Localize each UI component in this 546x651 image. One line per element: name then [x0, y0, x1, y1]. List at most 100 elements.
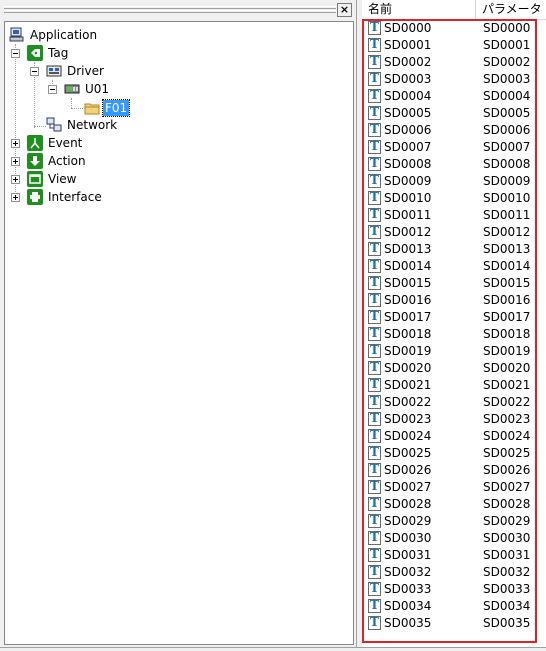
text-tag-icon [368, 258, 381, 273]
row-name: SD0030 [384, 531, 432, 545]
tree-node-u01[interactable]: U01 [64, 80, 111, 98]
list-row[interactable]: SD0016 SD0016 [362, 292, 546, 309]
row-parameter: SD0009 [483, 174, 531, 188]
row-parameter: SD0008 [483, 157, 531, 171]
tag-list[interactable]: SD0000SD0000SD0001SD0001SD0002SD0002SD00… [362, 20, 546, 648]
tree-node-label: Action [48, 154, 86, 168]
list-row[interactable]: SD0003 SD0003 [362, 71, 546, 88]
list-row[interactable]: SD0025 SD0025 [362, 445, 546, 462]
row-name: SD0004 [384, 89, 432, 103]
row-parameter: SD0032 [483, 565, 531, 579]
expand-icon[interactable] [11, 139, 20, 148]
column-header-parameter[interactable]: パラメータ [476, 0, 546, 19]
list-row[interactable]: SD0022 SD0022 [362, 394, 546, 411]
row-parameter: SD0017 [483, 310, 531, 324]
list-row[interactable]: SD0019 SD0019 [362, 343, 546, 360]
list-row[interactable]: SD0007 SD0007 [362, 139, 546, 156]
tree-node-label: Event [48, 136, 83, 150]
folder-icon [84, 100, 100, 116]
tree-node-view[interactable]: View [27, 170, 78, 188]
tree-connector [71, 98, 73, 108]
list-row[interactable]: SD0006 SD0006 [362, 122, 546, 139]
expand-icon[interactable] [11, 157, 20, 166]
row-name: SD0016 [384, 293, 432, 307]
text-tag-icon [368, 598, 381, 613]
text-tag-icon [368, 105, 381, 120]
collapse-icon[interactable] [11, 49, 20, 58]
list-row[interactable]: SD0033 SD0033 [362, 581, 546, 598]
row-name: SD0028 [384, 497, 432, 511]
list-row[interactable]: SD0023 SD0023 [362, 411, 546, 428]
row-parameter: SD0019 [483, 344, 531, 358]
grip-line [4, 6, 336, 9]
tree-node-label: Network [67, 118, 118, 132]
close-pane-button[interactable]: × [337, 3, 352, 17]
list-row[interactable]: SD0010 SD0010 [362, 190, 546, 207]
list-row[interactable]: SD0009 SD0009 [362, 173, 546, 190]
list-row[interactable]: SD0013 SD0013 [362, 241, 546, 258]
list-row[interactable]: SD0008 SD0008 [362, 156, 546, 173]
list-row[interactable]: SD0028 SD0028 [362, 496, 546, 513]
list-row[interactable]: SD0020 SD0020 [362, 360, 546, 377]
expand-icon[interactable] [11, 175, 20, 184]
text-tag-icon [368, 139, 381, 154]
tree-node-driver[interactable]: Driver [46, 62, 106, 80]
row-name: SD0019 [384, 344, 432, 358]
expand-icon[interactable] [11, 193, 20, 202]
list-row[interactable]: SD0030 SD0030 [362, 530, 546, 547]
row-parameter: SD0014 [483, 259, 531, 273]
text-tag-icon [368, 292, 381, 307]
row-parameter: SD0027 [483, 480, 531, 494]
collapse-icon[interactable] [48, 85, 57, 94]
column-header-name[interactable]: 名前 [362, 0, 476, 19]
list-row[interactable]: SD0034 SD0034 [362, 598, 546, 615]
list-row[interactable]: SD0014 SD0014 [362, 258, 546, 275]
row-parameter: SD0002 [483, 55, 531, 69]
list-row[interactable]: SD0001 SD0001 [362, 37, 546, 54]
list-row[interactable]: SD0002 SD0002 [362, 54, 546, 71]
row-parameter: SD0012 [483, 225, 531, 239]
list-row[interactable]: SD0015 SD0015 [362, 275, 546, 292]
project-tree[interactable]: Application Tag Driver U01 F01 Network E… [4, 21, 354, 645]
list-row[interactable]: SD0027 SD0027 [362, 479, 546, 496]
tree-node-action[interactable]: Action [27, 152, 88, 170]
text-tag-icon [368, 428, 381, 443]
row-parameter: SD0020 [483, 361, 531, 375]
tree-node-f01[interactable]: F01 [84, 99, 131, 117]
list-row[interactable]: SD0018 SD0018 [362, 326, 546, 343]
list-row[interactable]: SD0012 SD0012 [362, 224, 546, 241]
list-row[interactable]: SD0011 SD0011 [362, 207, 546, 224]
text-tag-icon [368, 275, 381, 290]
text-tag-icon [368, 37, 381, 52]
row-parameter: SD0028 [483, 497, 531, 511]
collapse-icon[interactable] [30, 67, 39, 76]
row-name: SD0007 [384, 140, 432, 154]
list-row[interactable]: SD0031 SD0031 [362, 547, 546, 564]
list-row[interactable]: SD0029 SD0029 [362, 513, 546, 530]
row-parameter: SD0023 [483, 412, 531, 426]
computer-icon [9, 27, 25, 43]
list-row[interactable]: SD0005 SD0005 [362, 105, 546, 122]
text-tag-icon [368, 496, 381, 511]
list-row[interactable]: SD0021 SD0021 [362, 377, 546, 394]
row-name: SD0005 [384, 106, 432, 120]
list-row[interactable]: SD0035 SD0035 [362, 615, 546, 632]
tree-node-network[interactable]: Network [46, 116, 119, 134]
tree-node-tag[interactable]: Tag [27, 44, 70, 62]
row-name: SD0018 [384, 327, 432, 341]
pane-title-bar[interactable]: × [2, 3, 354, 17]
driver-icon [46, 63, 62, 79]
list-row[interactable]: SD0017 SD0017 [362, 309, 546, 326]
list-row[interactable]: SD0026 SD0026 [362, 462, 546, 479]
row-parameter: SD0030 [483, 531, 531, 545]
row-parameter: SD0013 [483, 242, 531, 256]
tree-node-application[interactable]: Application [9, 26, 99, 44]
text-tag-icon [368, 326, 381, 341]
list-row[interactable]: SD0004 SD0004 [362, 88, 546, 105]
tree-node-event[interactable]: Event [27, 134, 84, 152]
tree-node-interface[interactable]: Interface [27, 188, 104, 206]
list-row[interactable]: SD0024 SD0024 [362, 428, 546, 445]
list-row[interactable]: SD0032 SD0032 [362, 564, 546, 581]
list-row[interactable]: SD0000 SD0000 [362, 20, 546, 37]
row-name: SD0014 [384, 259, 432, 273]
